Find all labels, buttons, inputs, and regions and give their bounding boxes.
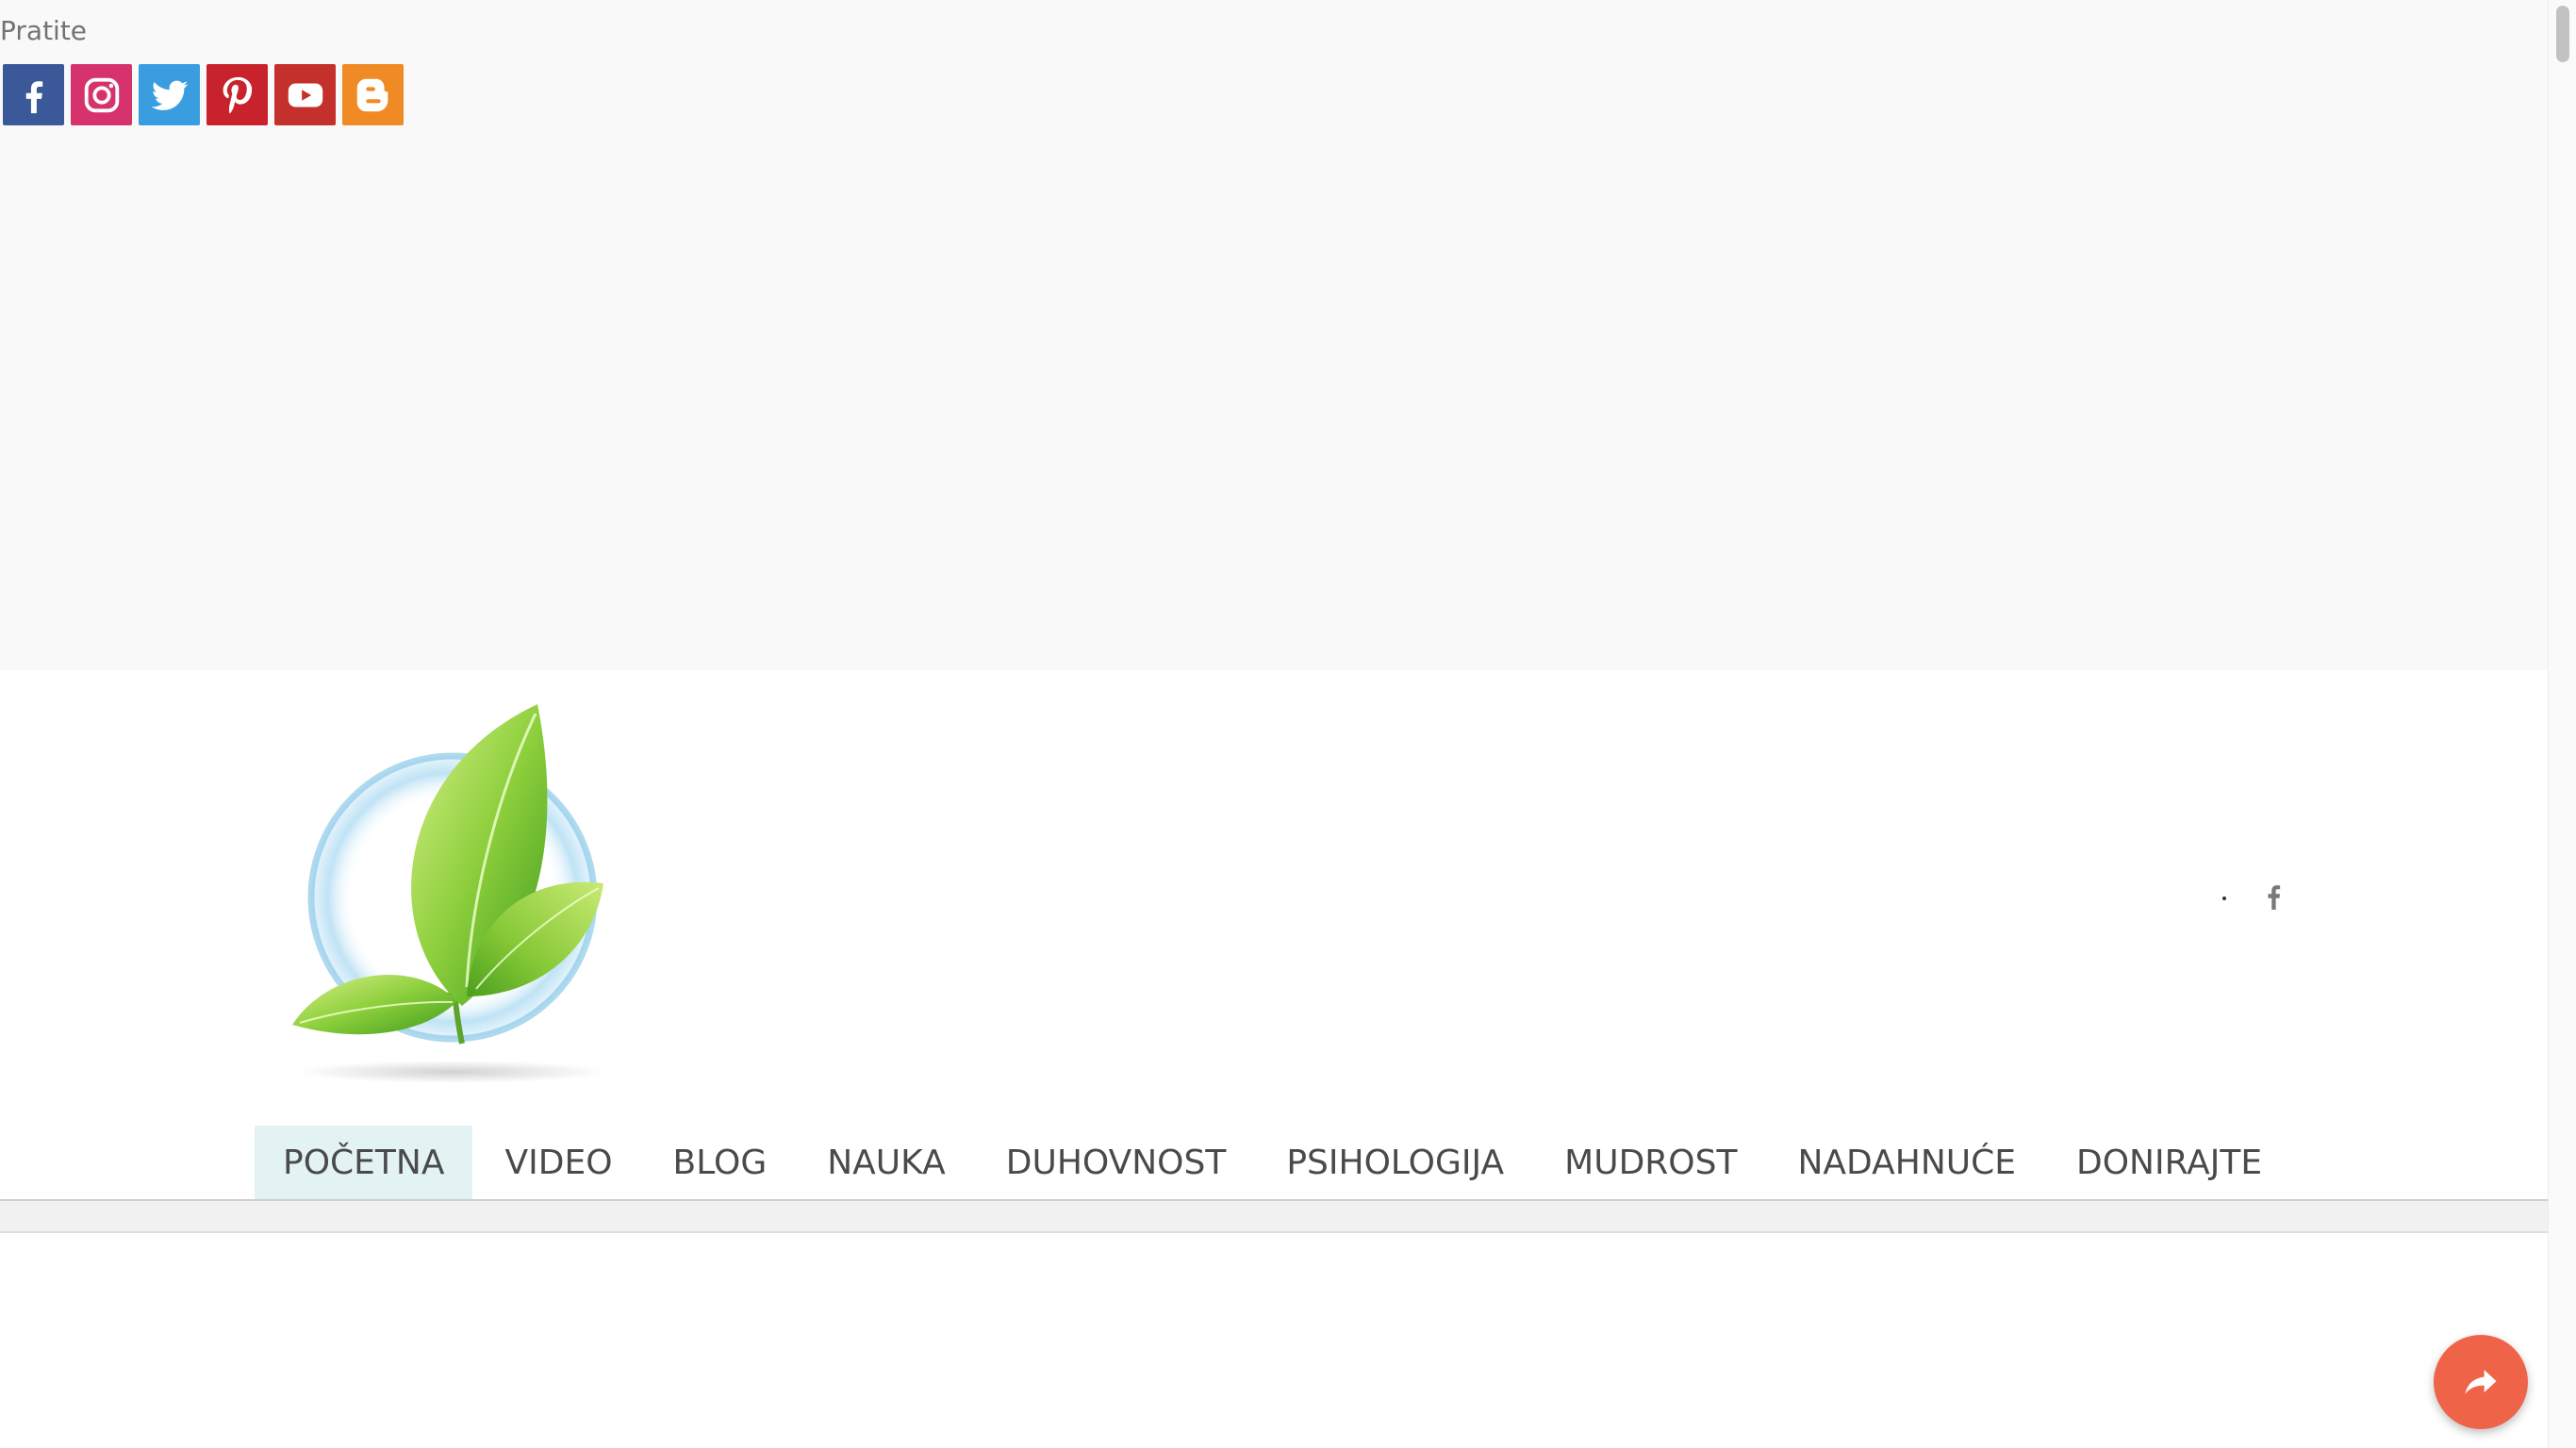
nav-item-label: DUHOVNOST [1005, 1143, 1227, 1182]
facebook-icon[interactable] [2263, 883, 2284, 910]
main-nav: POČETNA VIDEO BLOG NAUKA DUHOVNOST PSIHO… [255, 1126, 2294, 1199]
share-arrow-icon [2465, 1370, 2497, 1394]
sub-nav-band [0, 1201, 2548, 1233]
nav-item-donirajte[interactable]: DONIRAJTE [2048, 1126, 2290, 1199]
nav-item-nauka[interactable]: NAUKA [799, 1126, 974, 1199]
nav-item-mudrost[interactable]: MUDROST [1536, 1126, 1765, 1199]
pinterest-icon[interactable] [206, 64, 268, 125]
nav-item-label: BLOG [672, 1143, 768, 1182]
nav-item-psihologija[interactable]: PSIHOLOGIJA [1258, 1126, 1532, 1199]
nav-item-pocetna[interactable]: POČETNA [255, 1126, 473, 1199]
follow-label: Pratite [0, 15, 88, 46]
scrollbar[interactable] [2548, 0, 2576, 1448]
nav-item-label: POČETNA [283, 1143, 445, 1182]
nav-item-label: DONIRAJTE [2076, 1143, 2263, 1182]
instagram-icon[interactable] [71, 64, 132, 125]
nav-item-blog[interactable]: BLOG [645, 1126, 796, 1199]
social-icons-row [3, 64, 404, 125]
nav-item-label: NADAHNUĆE [1797, 1143, 2016, 1182]
nav-item-video[interactable]: VIDEO [476, 1126, 640, 1199]
nav-item-label: MUDROST [1564, 1143, 1738, 1182]
nav-item-nadahnuce[interactable]: NADAHNUĆE [1769, 1126, 2044, 1199]
nav-item-duhovnost[interactable]: DUHOVNOST [978, 1126, 1255, 1199]
nav-item-label: NAUKA [827, 1143, 946, 1182]
site-header [0, 670, 2548, 1198]
nav-item-label: VIDEO [504, 1143, 613, 1182]
follow-section: Pratite [0, 0, 2548, 670]
twitter-icon[interactable] [139, 64, 200, 125]
blogger-icon[interactable] [342, 64, 404, 125]
green-leaf-logo[interactable] [273, 685, 632, 1091]
nav-item-label: PSIHOLOGIJA [1286, 1143, 1505, 1182]
header-dot [2222, 897, 2226, 900]
page: Pratite POČETNA VIDEO BLOG NAUKA DUHOVNO… [0, 0, 2576, 1448]
scrollbar-thumb[interactable] [2556, 6, 2569, 62]
share-button[interactable] [2434, 1335, 2528, 1429]
youtube-icon[interactable] [274, 64, 336, 125]
facebook-icon[interactable] [3, 64, 64, 125]
